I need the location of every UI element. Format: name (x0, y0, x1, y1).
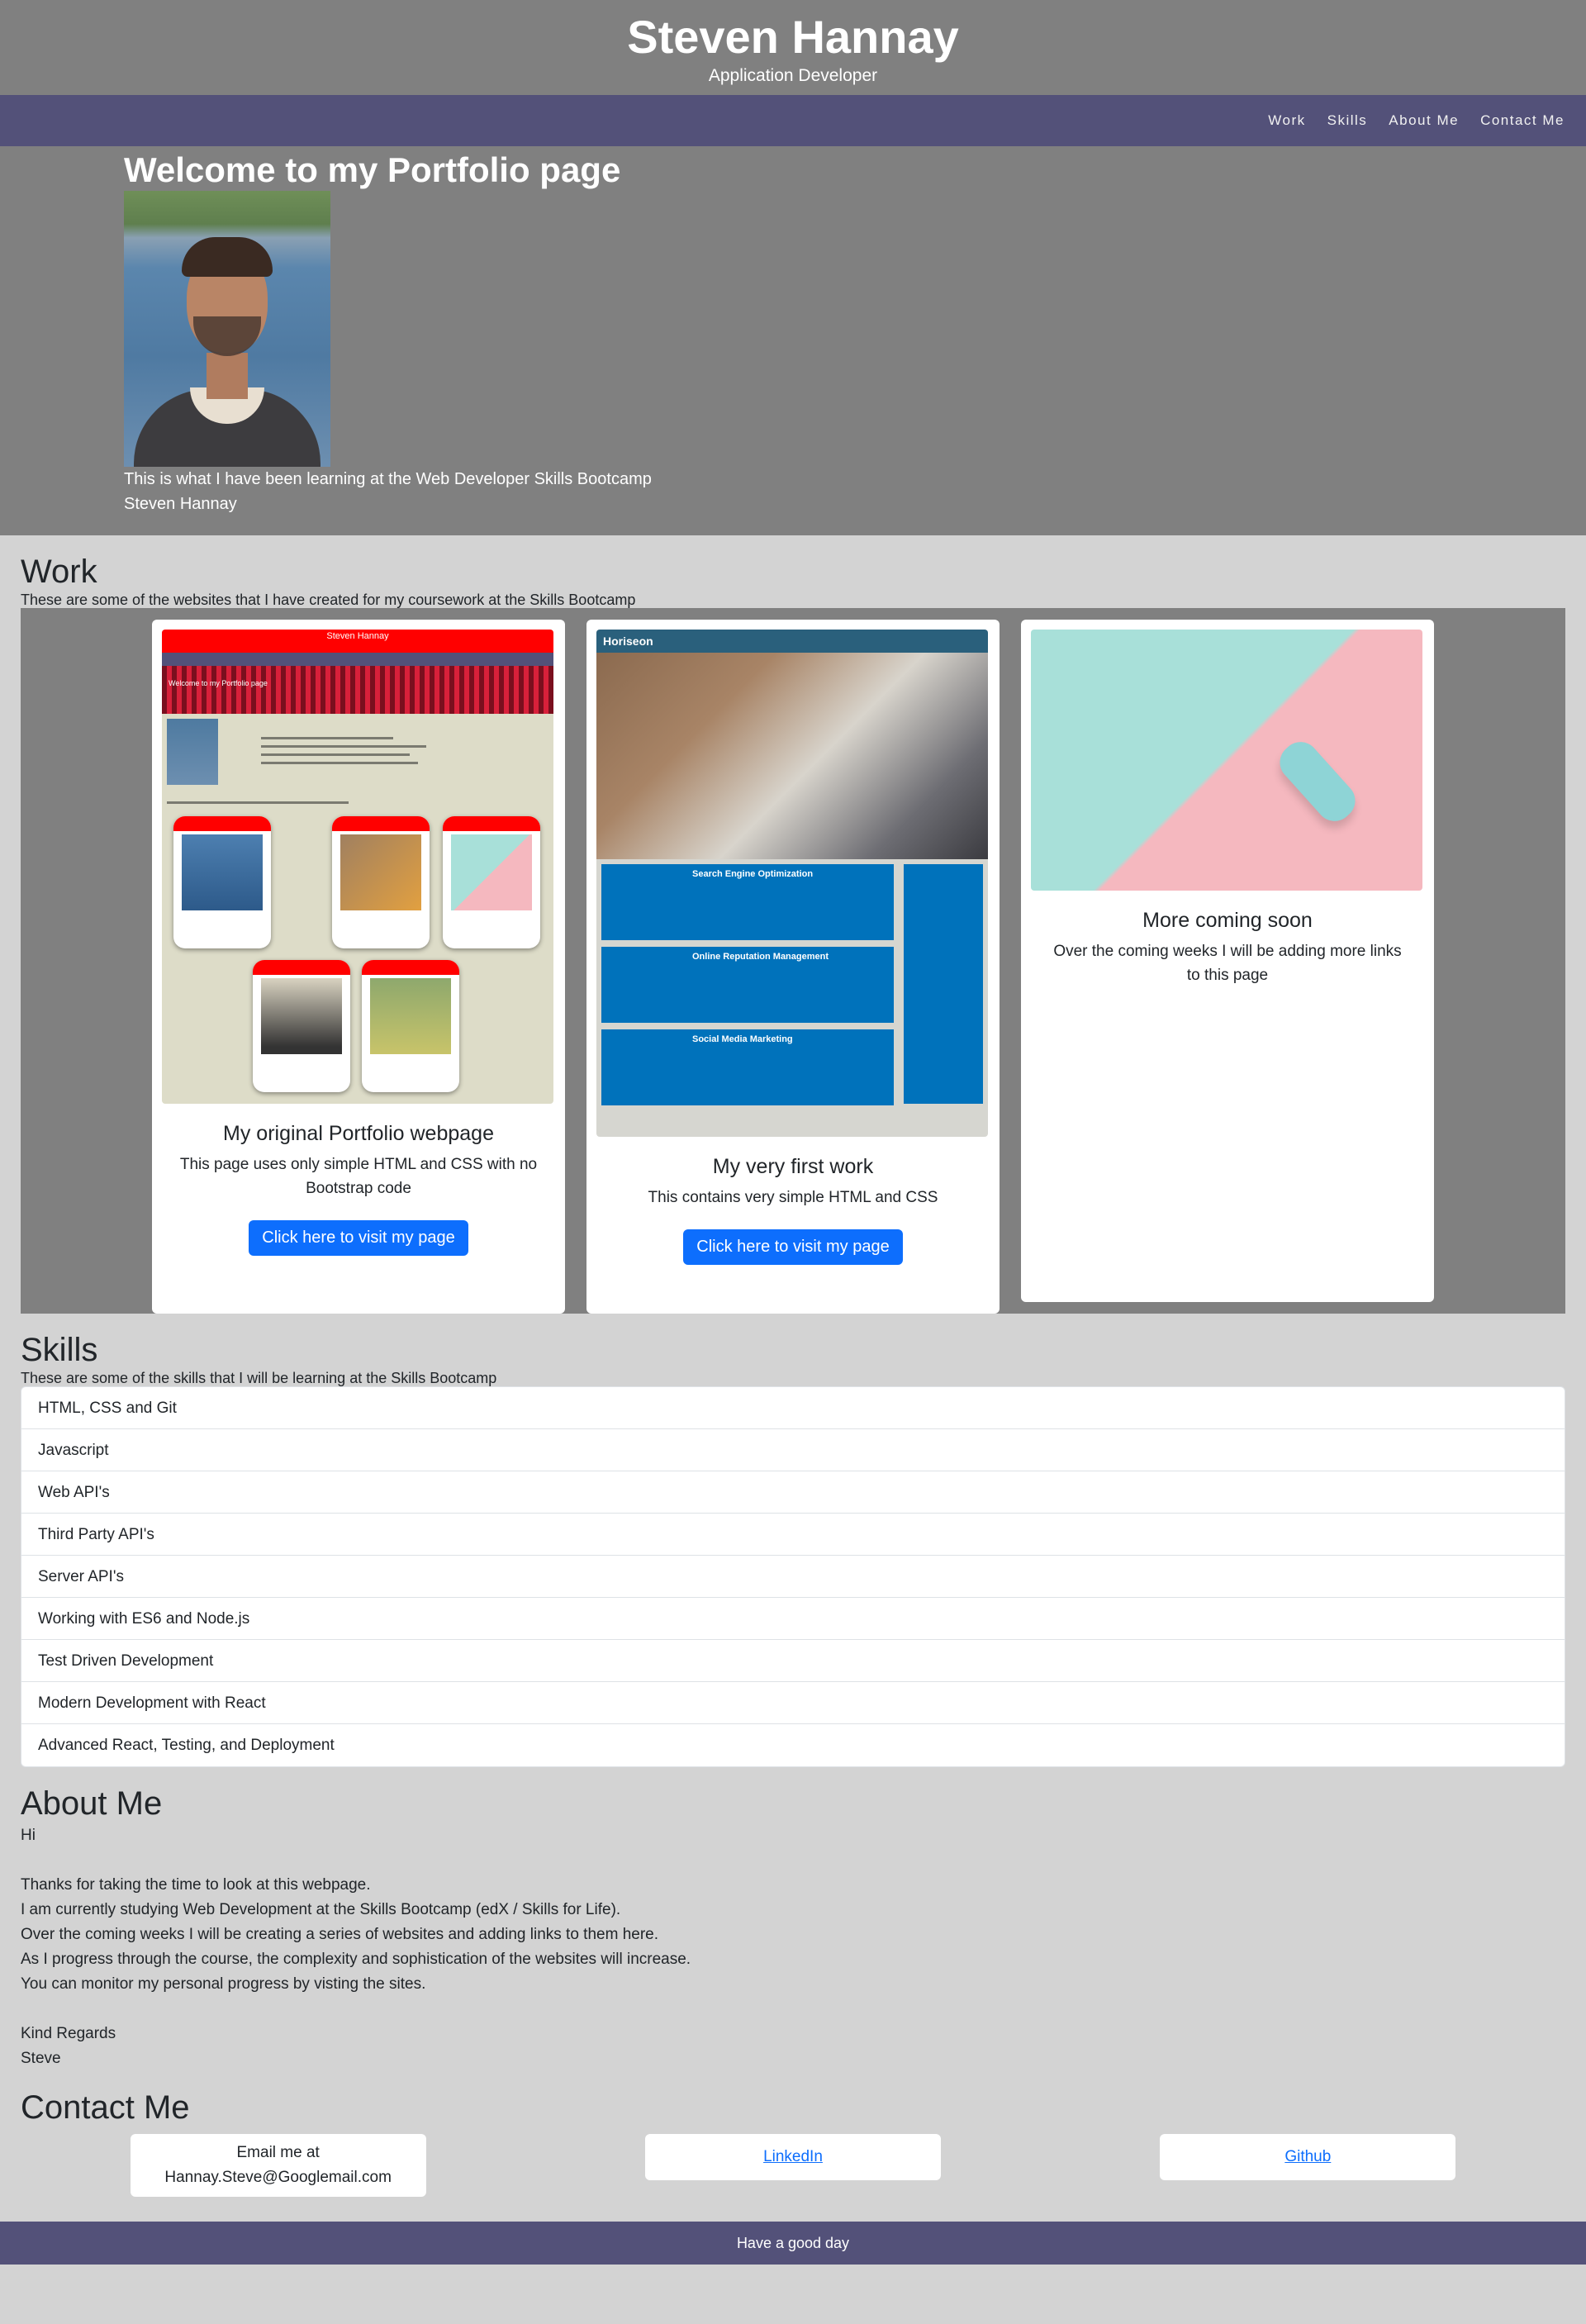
work-intro: These are some of the websites that I ha… (21, 592, 636, 608)
nav-link-contact-me[interactable]: Contact Me (1480, 112, 1565, 129)
list-item: Test Driven Development (21, 1640, 1565, 1682)
about-section: About Me Hi Thanks for taking the time t… (0, 1767, 1586, 2071)
site-footer: Have a good day (0, 2222, 1586, 2265)
list-item: Third Party API's (21, 1514, 1565, 1556)
coming-soon-image (1031, 630, 1422, 891)
card-title: My very first work (712, 1155, 874, 1178)
work-section: Work These are some of the websites that… (0, 535, 1586, 1314)
linkedin-box: LinkedIn (644, 2134, 941, 2180)
site-subtitle: Application Developer (708, 66, 878, 85)
site-title: Steven Hannay (627, 11, 959, 63)
work-heading: Work (21, 554, 97, 590)
thumb-header-text: Steven Hannay (162, 630, 553, 653)
nav-link-skills[interactable]: Skills (1327, 112, 1368, 129)
email-box: Email me at Hannay.Steve@Googlemail.com (130, 2134, 426, 2197)
profile-photo (124, 191, 330, 467)
about-line: Thanks for taking the time to look at th… (21, 1876, 371, 1894)
card-title: My original Portfolio webpage (223, 1122, 494, 1145)
linkedin-link[interactable]: LinkedIn (763, 2145, 823, 2170)
card-description: Over the coming weeks I will be adding m… (1053, 943, 1402, 984)
thumb-hero-text: Welcome to my Portfolio page (162, 666, 553, 714)
work-card-coming-soon: More coming soon Over the coming weeks I… (1021, 620, 1434, 1302)
contact-links: Email me at Hannay.Steve@Googlemail.com … (21, 2134, 1565, 2222)
hero-title: Welcome to my Portfolio page (124, 150, 621, 189)
about-text: Hi Thanks for taking the time to look at… (21, 1823, 1565, 2071)
visit-portfolio-button[interactable]: Click here to visit my page (249, 1220, 468, 1256)
hero-author: Steven Hannay (124, 495, 237, 513)
contact-section: Contact Me Email me at Hannay.Steve@Goog… (0, 2071, 1586, 2222)
about-signature: Steve (21, 2050, 61, 2067)
visit-first-work-button[interactable]: Click here to visit my page (683, 1229, 903, 1265)
list-item: Advanced React, Testing, and Deployment (38, 1737, 335, 1754)
list-item: Web API's (21, 1471, 1565, 1514)
footer-text: Have a good day (736, 2235, 850, 2251)
top-navigation: Work Skills About Me Contact Me (0, 95, 1586, 146)
work-cards: Steven Hannay Welcome to my Portfolio pa… (21, 608, 1565, 1314)
skills-section: Skills These are some of the skills that… (0, 1314, 1586, 1767)
skills-heading: Skills (21, 1332, 98, 1368)
thumb-brand: Horiseon (596, 630, 988, 653)
about-line: I am currently studying Web Development … (21, 1901, 621, 1918)
thumb-item-reputation: Online Reputation Management (692, 952, 829, 962)
email-label: Email me at (236, 2144, 320, 2161)
github-link[interactable]: Github (1284, 2145, 1331, 2170)
list-item: HTML, CSS and Git (21, 1387, 1565, 1429)
list-item: Server API's (21, 1556, 1565, 1598)
hero-section: Welcome to my Portfolio page This is wha… (0, 146, 1586, 535)
thumb-item-seo: Search Engine Optimization (692, 869, 814, 879)
about-heading: About Me (21, 1785, 163, 1822)
github-box: Github (1160, 2134, 1456, 2180)
list-item: Javascript (21, 1429, 1565, 1471)
nav-link-work[interactable]: Work (1268, 112, 1305, 129)
work-card-first-work: Horiseon Search Engine Optimization Onli… (586, 620, 1000, 1314)
about-greeting: Hi (21, 1827, 36, 1844)
nav-link-about-me[interactable]: About Me (1389, 112, 1459, 129)
card-description: This page uses only simple HTML and CSS … (179, 1156, 538, 1197)
portfolio-screenshot: Steven Hannay Welcome to my Portfolio pa… (162, 630, 553, 1104)
list-item: Working with ES6 and Node.js (21, 1598, 1565, 1640)
skills-list: HTML, CSS and Git Javascript Web API's T… (21, 1386, 1565, 1767)
about-signoff: Kind Regards (21, 2025, 116, 2042)
about-line: You can monitor my personal progress by … (21, 1975, 426, 1993)
card-title: More coming soon (1142, 909, 1313, 932)
work-card-portfolio: Steven Hannay Welcome to my Portfolio pa… (152, 620, 565, 1314)
horiseon-screenshot: Horiseon Search Engine Optimization Onli… (596, 630, 988, 1137)
skills-intro: These are some of the skills that I will… (21, 1370, 497, 1386)
about-line: As I progress through the course, the co… (21, 1951, 691, 1968)
site-header: Steven Hannay Application Developer (0, 0, 1586, 95)
thumb-item-social: Social Media Marketing (692, 1034, 793, 1044)
email-address[interactable]: Hannay.Steve@Googlemail.com (139, 2165, 418, 2190)
about-line: Over the coming weeks I will be creating… (21, 1926, 658, 1943)
hero-caption: This is what I have been learning at the… (124, 470, 652, 488)
list-item: Modern Development with React (21, 1682, 1565, 1724)
contact-heading: Contact Me (21, 2089, 190, 2126)
card-description: This contains very simple HTML and CSS (648, 1189, 938, 1206)
